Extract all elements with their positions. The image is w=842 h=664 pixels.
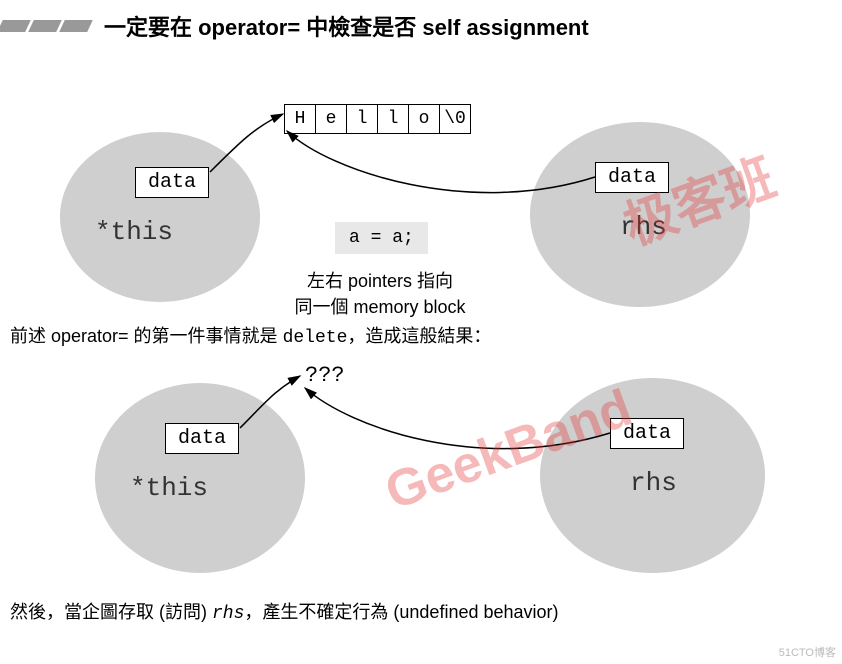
- memory-cell: o: [408, 104, 440, 134]
- rhs-label: rhs: [630, 468, 677, 498]
- decorative-stripes: [0, 20, 90, 32]
- code-inline: delete: [283, 328, 348, 348]
- explanation-text-1: 前述 operator= 的第一件事情就是 delete，造成這般結果：: [0, 322, 842, 348]
- page-title: 一定要在 operator= 中檢查是否 self assignment: [104, 10, 589, 42]
- stripe-icon: [59, 20, 93, 32]
- memory-cell: e: [315, 104, 347, 134]
- memory-cell: l: [346, 104, 378, 134]
- diagram-caption: 左右 pointers 指向 同一個 memory block: [250, 267, 510, 319]
- caption-line: 同一個 memory block: [250, 293, 510, 319]
- rhs-label: rhs: [620, 212, 667, 242]
- code-example: a = a;: [335, 222, 428, 254]
- text-part: 然後，當企圖存取 (訪問): [10, 602, 212, 622]
- text-suffix: ，造成這般結果：: [347, 326, 491, 346]
- memory-cell: l: [377, 104, 409, 134]
- diagram-before: data data *this rhs H e l l o \0 a = a; …: [0, 42, 842, 322]
- this-label: *this: [130, 473, 208, 503]
- caption-line: 左右 pointers 指向: [250, 267, 510, 293]
- memory-cell: H: [284, 104, 316, 134]
- stripe-icon: [28, 20, 62, 32]
- memory-cell: \0: [439, 104, 471, 134]
- rhs-inline: rhs: [212, 604, 244, 624]
- explanation-text-2: 然後，當企圖存取 (訪問) rhs，產生不確定行為 (undefined beh…: [0, 598, 842, 624]
- memory-block: H e l l o \0: [285, 104, 471, 134]
- rhs-data-field: data: [595, 162, 669, 193]
- rhs-data-field: data: [610, 418, 684, 449]
- stripe-icon: [0, 20, 31, 32]
- this-label: *this: [95, 217, 173, 247]
- diagram-after: data data *this rhs ???: [0, 348, 842, 588]
- header-bar: 一定要在 operator= 中檢查是否 self assignment: [0, 0, 842, 42]
- footer-credit: 51CTO博客: [779, 644, 836, 660]
- dangling-pointer: ???: [305, 363, 345, 388]
- this-data-field: data: [135, 167, 209, 198]
- this-data-field: data: [165, 423, 239, 454]
- text-part: ，產生不確定行為 (undefined behavior): [244, 602, 558, 622]
- text-prefix: 前述 operator= 的第一件事情就是: [10, 326, 283, 346]
